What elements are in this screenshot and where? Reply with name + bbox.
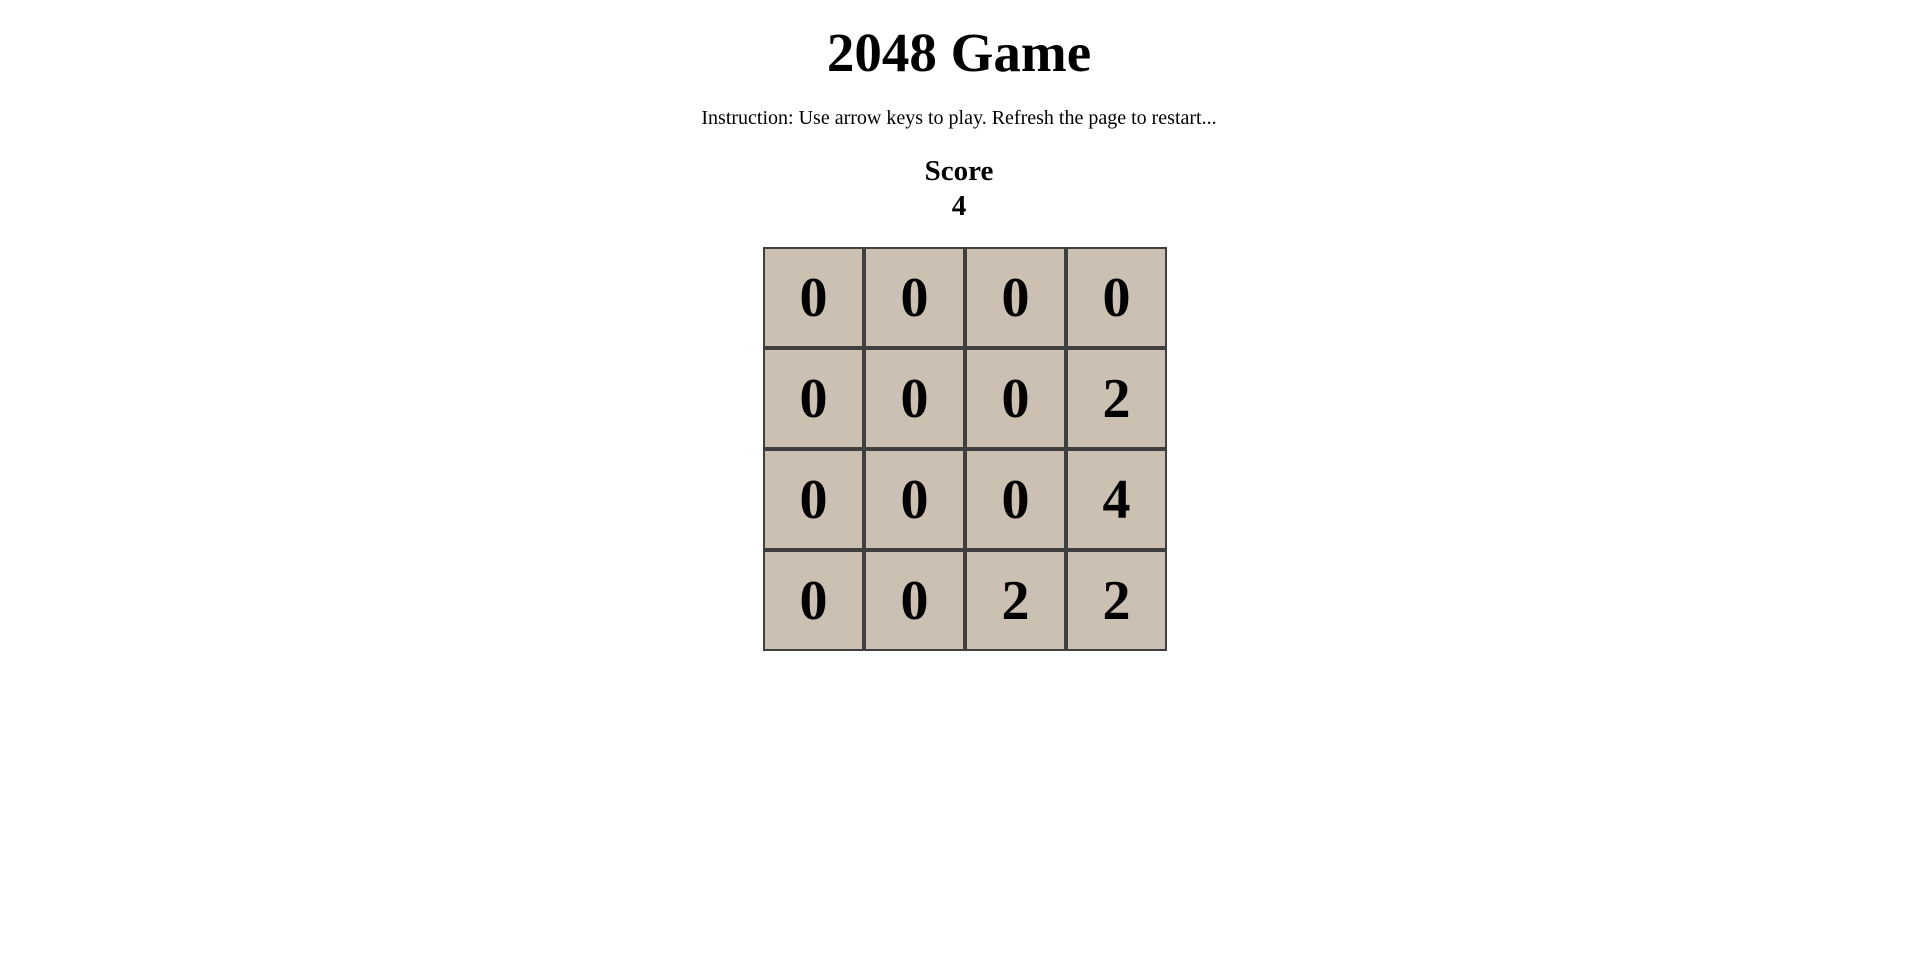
tile-r1-c3: 0 — [965, 247, 1066, 348]
tile-r4-c4: 2 — [1066, 550, 1167, 651]
tile-r4-c2: 0 — [864, 550, 965, 651]
tile-r2-c1: 0 — [763, 348, 864, 449]
game-board[interactable]: 0 0 0 0 0 0 0 2 0 0 0 4 0 0 2 2 — [763, 247, 1168, 652]
tile-r3-c4: 4 — [1066, 449, 1167, 550]
tile-r1-c4: 0 — [1066, 247, 1167, 348]
tile-r2-c4: 2 — [1066, 348, 1167, 449]
tile-r3-c2: 0 — [864, 449, 965, 550]
instruction-text: Instruction: Use arrow keys to play. Ref… — [701, 107, 1217, 129]
tile-r3-c1: 0 — [763, 449, 864, 550]
tile-r4-c3: 2 — [965, 550, 1066, 651]
tile-r3-c3: 0 — [965, 449, 1066, 550]
tile-r4-c1: 0 — [763, 550, 864, 651]
page-title: 2048 Game — [826, 22, 1092, 83]
tile-r2-c3: 0 — [965, 348, 1066, 449]
score-label: Score — [924, 155, 994, 187]
game-page: 2048 Game Instruction: Use arrow keys to… — [0, 0, 1918, 978]
tile-r2-c2: 0 — [864, 348, 965, 449]
tile-r1-c2: 0 — [864, 247, 965, 348]
score-value: 4 — [951, 190, 967, 222]
tile-r1-c1: 0 — [763, 247, 864, 348]
